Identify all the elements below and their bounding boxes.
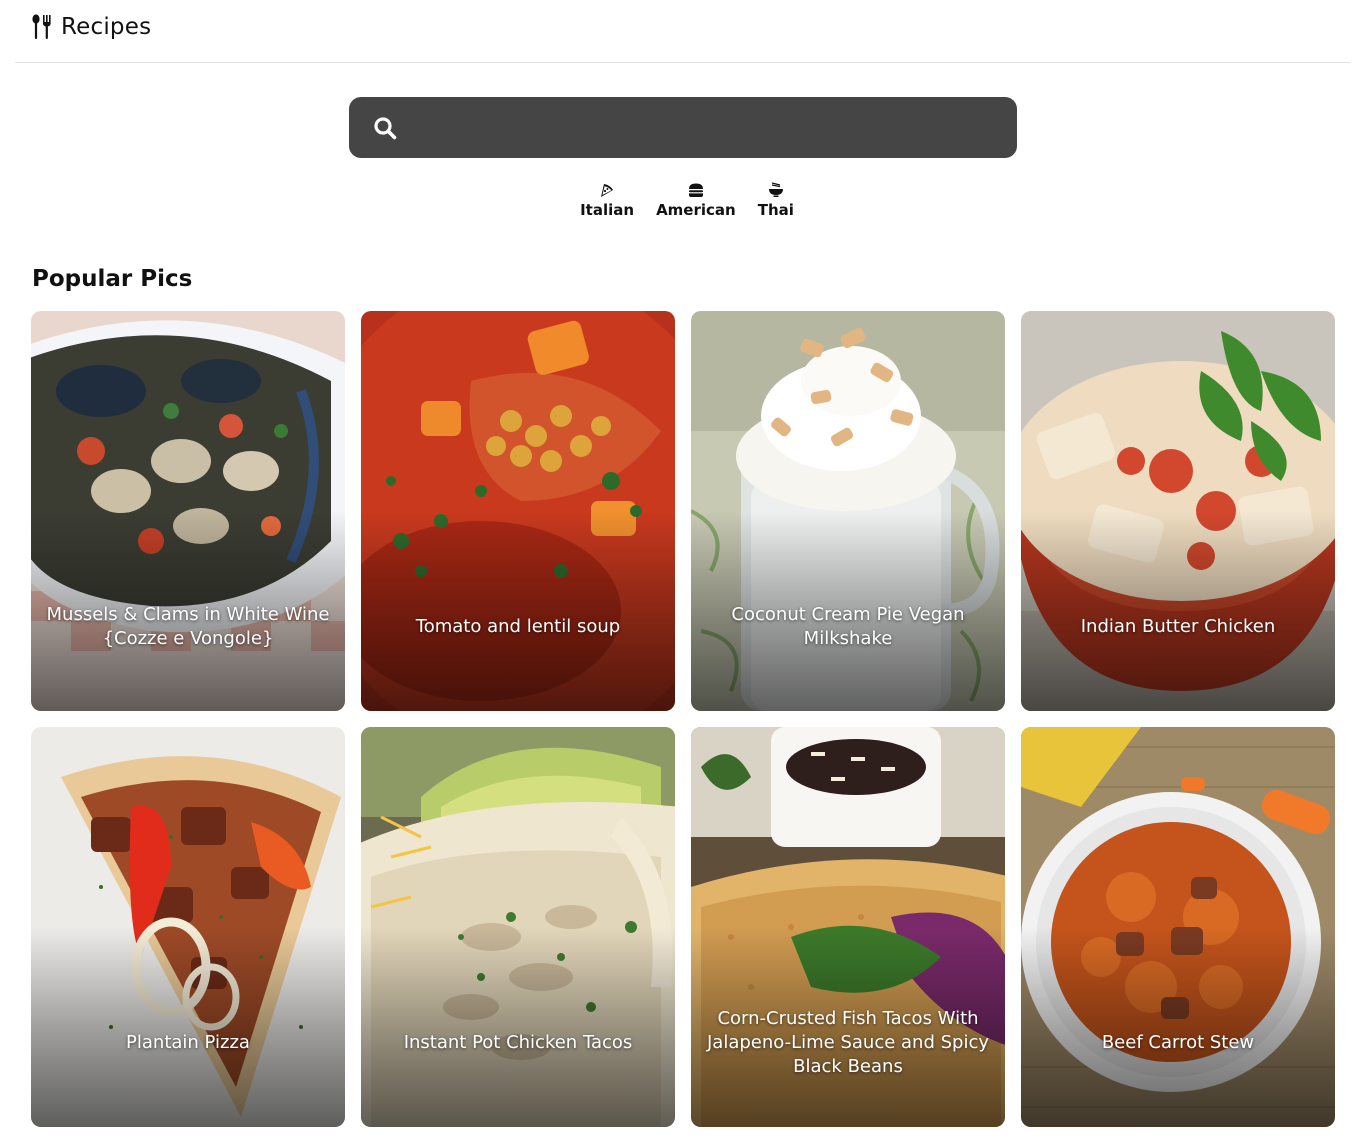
search-icon[interactable] [373, 116, 397, 144]
recipe-card[interactable]: Coconut Cream Pie Vegan Milkshake [691, 311, 1005, 711]
recipe-card[interactable]: Indian Butter Chicken [1021, 311, 1335, 711]
recipe-title: Instant Pot Chicken Tacos [403, 1032, 633, 1053]
recipe-title: Plantain Pizza [126, 1032, 250, 1053]
hamburger-icon [688, 182, 704, 198]
search-input[interactable] [413, 97, 1003, 158]
recipe-card[interactable]: Tomato and lentil soup [361, 311, 675, 711]
card-overlay [1021, 511, 1335, 711]
card-overlay [31, 927, 345, 1127]
recipe-card[interactable]: Beef Carrot Stew [1021, 727, 1335, 1127]
recipe-card[interactable]: Instant Pot Chicken Tacos [361, 727, 675, 1127]
recipe-title: Beef Carrot Stew [1101, 1032, 1255, 1053]
top-navbar: Recipes [15, 0, 1351, 63]
recipe-card[interactable]: Mussels & Clams in White Wine {Cozze e V… [31, 311, 345, 711]
recipe-title: Tomato and lentil soup [415, 616, 621, 637]
recipe-title: Indian Butter Chicken [1080, 616, 1276, 637]
category-american[interactable]: American [656, 182, 736, 219]
popular-section-title: Popular Pics [32, 266, 193, 292]
category-label: American [656, 201, 736, 219]
app-title: Recipes [61, 14, 152, 40]
recipe-card[interactable]: Corn-Crusted Fish Tacos With Jalapeno-Li… [691, 727, 1005, 1127]
category-thai[interactable]: Thai [758, 182, 794, 219]
recipe-grid: Mussels & Clams in White Wine {Cozze e V… [31, 311, 1335, 1127]
category-label: Thai [757, 201, 794, 219]
card-overlay [361, 927, 675, 1127]
home-logo-link[interactable]: Recipes [31, 14, 151, 40]
search-bar [349, 97, 1017, 158]
category-italian[interactable]: Italian [580, 182, 634, 219]
noodle-bowl-icon [768, 182, 784, 198]
utensils-icon [31, 14, 53, 40]
recipe-title: Corn-Crusted Fish Tacos With Jalapeno-Li… [706, 1008, 990, 1077]
category-filter: Italian American Thai [0, 182, 1366, 219]
card-overlay [1021, 927, 1335, 1127]
category-label: Italian [580, 201, 635, 219]
recipe-title: Mussels & Clams in White Wine {Cozze e V… [46, 604, 330, 649]
pizza-icon [599, 182, 615, 198]
card-overlay [361, 511, 675, 711]
recipe-title: Coconut Cream Pie Vegan Milkshake [731, 604, 965, 649]
recipe-card[interactable]: Plantain Pizza [31, 727, 345, 1127]
